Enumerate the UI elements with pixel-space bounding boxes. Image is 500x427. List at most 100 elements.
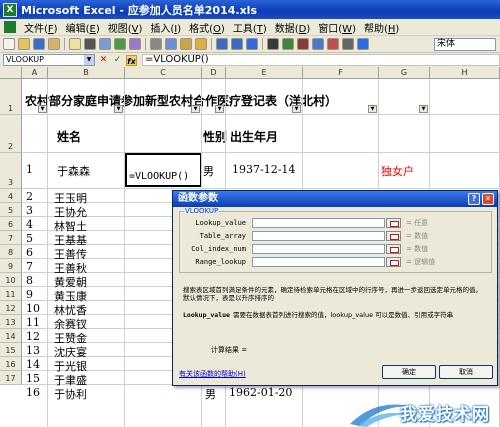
- dialog-title-bar[interactable]: 函数参数 ? ✕: [173, 191, 497, 207]
- collapse-dialog-icon[interactable]: [386, 218, 401, 228]
- row-header-4[interactable]: 4: [0, 189, 22, 203]
- paste-icon[interactable]: [180, 38, 192, 50]
- email-icon[interactable]: [69, 38, 81, 50]
- sort-descending-icon[interactable]: [297, 38, 309, 50]
- autosum-icon[interactable]: [267, 38, 279, 50]
- collapse-dialog-icon[interactable]: [386, 231, 401, 241]
- birth-date-cell[interactable]: 1962-01-20: [229, 386, 292, 399]
- sheet-title[interactable]: 农村部分家庭申请参加新型农村合作医疗登记表（洋北村）: [25, 92, 337, 109]
- excel-app-icon[interactable]: X: [3, 2, 17, 17]
- header-name[interactable]: 姓名: [57, 128, 81, 145]
- gender-cell[interactable]: 男: [205, 386, 216, 402]
- research-icon[interactable]: [129, 38, 141, 50]
- collapse-dialog-icon[interactable]: [386, 257, 401, 267]
- row3-gender[interactable]: 男: [203, 163, 214, 179]
- menu-item-o[interactable]: 格式(O): [185, 20, 229, 35]
- spelling-icon[interactable]: [114, 38, 126, 50]
- font-name-box[interactable]: 宋体: [434, 37, 496, 51]
- row-header-7[interactable]: 7: [0, 231, 22, 245]
- column-header-f[interactable]: F: [303, 67, 379, 79]
- row3-name[interactable]: 于森森: [57, 163, 90, 179]
- row-header-6[interactable]: 6: [0, 217, 22, 231]
- workbook-icon[interactable]: [4, 21, 16, 33]
- close-icon[interactable]: ✕: [482, 193, 494, 205]
- ok-button[interactable]: 确定: [382, 365, 436, 379]
- row-index-cell[interactable]: 3: [26, 204, 33, 217]
- row-header-11[interactable]: 11: [0, 287, 22, 301]
- row-index-cell[interactable]: 10: [26, 302, 40, 315]
- hyperlink-icon[interactable]: [246, 38, 258, 50]
- select-all-corner[interactable]: [0, 67, 22, 79]
- row-index-cell[interactable]: 5: [26, 232, 33, 245]
- row-header-16[interactable]: 16: [0, 357, 22, 371]
- chevron-down-icon[interactable]: ▼: [84, 55, 94, 65]
- column-header-e[interactable]: E: [226, 67, 303, 79]
- menu-item-f[interactable]: 文件(F): [20, 20, 62, 35]
- insert-function-icon[interactable]: fx: [126, 54, 137, 66]
- argument-input[interactable]: [252, 244, 385, 254]
- row-header-10[interactable]: 10: [0, 273, 22, 287]
- row-index-cell[interactable]: 7: [26, 260, 33, 273]
- menu-item-h[interactable]: 帮助(H): [360, 20, 403, 35]
- open-icon[interactable]: [18, 38, 30, 50]
- row-header-13[interactable]: 13: [0, 315, 22, 329]
- column-header-c[interactable]: C: [125, 67, 202, 79]
- zoom-icon[interactable]: [342, 38, 354, 50]
- column-header-d[interactable]: D: [202, 67, 226, 79]
- undo-icon[interactable]: [216, 38, 228, 50]
- row-header-17[interactable]: 17: [0, 371, 22, 385]
- sort-ascending-icon[interactable]: [282, 38, 294, 50]
- row-header-14[interactable]: 14: [0, 329, 22, 343]
- help-icon[interactable]: ?: [468, 193, 480, 205]
- formula-input[interactable]: =VLOOKUP(): [142, 54, 500, 66]
- autofilter-dropdown-icon[interactable]: ▼: [292, 105, 301, 113]
- column-header-b[interactable]: B: [48, 67, 125, 79]
- cancel-button[interactable]: 取消: [439, 365, 493, 379]
- new-icon[interactable]: [3, 38, 15, 50]
- drawing-icon[interactable]: [327, 38, 339, 50]
- autofilter-dropdown-icon[interactable]: ▼: [419, 105, 428, 113]
- row3-index[interactable]: 1: [26, 163, 33, 176]
- row-index-cell[interactable]: 12: [26, 330, 40, 343]
- menu-item-v[interactable]: 视图(V): [104, 20, 147, 35]
- name-box[interactable]: VLOOKUP ▼: [3, 54, 95, 66]
- row-header-3[interactable]: 3: [0, 153, 22, 189]
- row-header-5[interactable]: 5: [0, 203, 22, 217]
- row3-birth[interactable]: 1937-12-14: [232, 163, 295, 176]
- argument-input[interactable]: [252, 218, 385, 228]
- row-header-15[interactable]: 15: [0, 343, 22, 357]
- menu-item-e[interactable]: 编辑(E): [62, 20, 104, 35]
- autofilter-dropdown-icon[interactable]: ▼: [191, 105, 200, 113]
- chart-wizard-icon[interactable]: [312, 38, 324, 50]
- autofilter-dropdown-icon[interactable]: ▼: [114, 105, 123, 113]
- column-header-h[interactable]: H: [430, 67, 500, 79]
- row3-note[interactable]: 独女户: [381, 163, 414, 179]
- header-birth[interactable]: 出生年月: [230, 128, 278, 145]
- menu-item-t[interactable]: 工具(T): [229, 20, 271, 35]
- row-index-cell[interactable]: 8: [26, 274, 33, 287]
- row-index-cell[interactable]: 4: [26, 218, 33, 231]
- row-header-2[interactable]: 2: [0, 115, 22, 153]
- print-icon[interactable]: [84, 38, 96, 50]
- row-header-9[interactable]: 9: [0, 259, 22, 273]
- permission-icon[interactable]: [48, 38, 60, 50]
- menu-item-d[interactable]: 数据(D): [271, 20, 315, 35]
- row-index-cell[interactable]: 2: [26, 190, 33, 203]
- cancel-icon[interactable]: ✕: [98, 55, 109, 66]
- row-index-cell[interactable]: 15: [26, 372, 40, 385]
- redo-icon[interactable]: [231, 38, 243, 50]
- header-gender[interactable]: 性别: [203, 128, 227, 145]
- save-icon[interactable]: [33, 38, 45, 50]
- column-header-a[interactable]: A: [22, 67, 48, 79]
- row-header-1[interactable]: 1: [0, 79, 22, 115]
- row-index-cell[interactable]: 13: [26, 344, 40, 357]
- column-header-g[interactable]: G: [379, 67, 430, 79]
- autofilter-dropdown-icon[interactable]: ▼: [368, 105, 377, 113]
- print-preview-icon[interactable]: [99, 38, 111, 50]
- argument-input[interactable]: [252, 257, 385, 267]
- argument-input[interactable]: [252, 231, 385, 241]
- autofilter-dropdown-icon[interactable]: ▼: [38, 105, 47, 113]
- function-help-link[interactable]: 有关该函数的帮助(H): [179, 369, 246, 379]
- format-painter-icon[interactable]: [195, 38, 207, 50]
- name-cell[interactable]: 于协利: [54, 386, 87, 402]
